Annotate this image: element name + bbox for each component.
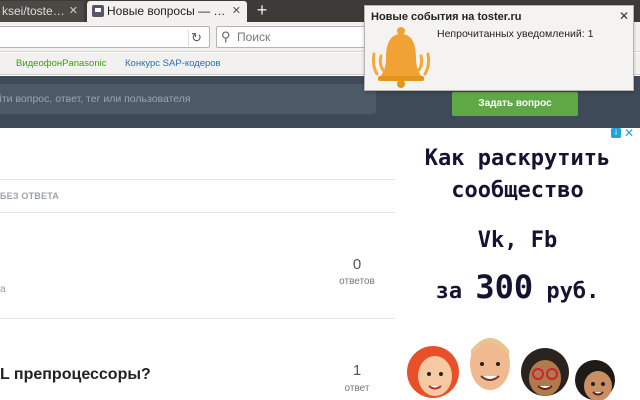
tab-toster-repo[interactable]: ksei/toste… ✕ <box>0 1 84 22</box>
ad-price: за 300 руб. <box>395 268 640 306</box>
notification-popup[interactable]: Новые события на toster.ru ✕ Непрочитанн… <box>364 5 634 91</box>
bookmark-sap-contest[interactable]: Конкурс SAP-кодеров <box>125 58 221 69</box>
ad-close-icon[interactable]: ✕ <box>624 126 634 140</box>
tab-label: ksei/toste… <box>2 4 65 18</box>
ad-controls: i ✕ <box>610 126 640 140</box>
close-tab-icon[interactable]: ✕ <box>69 1 78 21</box>
answer-count: 1 <box>352 362 362 379</box>
ask-question-button[interactable]: Задать вопрос <box>452 92 578 116</box>
site-search-placeholder: йти вопрос, ответ, тег или пользователя <box>0 93 191 105</box>
search-icon: ⚲ <box>221 29 231 44</box>
answer-count: 0 <box>352 256 362 273</box>
close-tab-icon[interactable]: ✕ <box>232 1 241 21</box>
ad-price-prefix: за <box>435 279 463 304</box>
reload-icon[interactable]: ↻ <box>188 30 204 46</box>
browser-search-field[interactable]: ⚲ <box>216 26 366 48</box>
bell-icon <box>371 27 431 88</box>
tab-new-questions[interactable]: Новые вопросы — … ✕ <box>87 1 247 22</box>
advertisement[interactable]: i ✕ Как раскрутить сообщество Vk, Fb за … <box>395 126 640 400</box>
ad-info-icon[interactable]: i <box>611 128 621 138</box>
divider <box>0 318 395 319</box>
toster-favicon-icon <box>92 5 104 17</box>
questions-list: БЕЗ ОТВЕТА а 0 ответов L препроцессоры? … <box>0 128 395 400</box>
ad-price-number: 300 <box>475 268 534 306</box>
ad-platforms: Vk, Fb <box>477 228 558 253</box>
new-tab-button[interactable]: + <box>252 0 272 22</box>
ad-price-suffix: руб. <box>546 279 600 304</box>
ad-headline: Как раскрутить <box>424 146 611 171</box>
question-meta: а <box>0 284 6 295</box>
notification-title: Новые события на toster.ru <box>371 11 522 23</box>
site-search-field[interactable]: йти вопрос, ответ, тег или пользователя <box>0 84 376 114</box>
screen: ksei/toste… ✕ Новые вопросы — … ✕ + ↻ ⚲ … <box>0 0 640 400</box>
url-field[interactable]: ↻ <box>0 26 210 48</box>
question-title[interactable]: L препроцессоры? <box>0 366 151 384</box>
filter-tab-unanswered[interactable]: БЕЗ ОТВЕТА <box>0 191 59 201</box>
ad-people-illustration <box>407 338 615 400</box>
answer-count-label: ответов <box>339 276 375 287</box>
browser-search-input[interactable] <box>237 29 357 45</box>
ad-person-face <box>418 356 452 396</box>
tab-label: Новые вопросы — … <box>107 4 226 18</box>
divider <box>0 212 395 213</box>
divider <box>0 179 395 180</box>
ad-headline-2: сообщество <box>451 178 584 203</box>
close-notification-icon[interactable]: ✕ <box>619 9 629 23</box>
bookmark-videofon[interactable]: ВидеофонPanasonic <box>16 58 106 69</box>
answer-count-label: ответ <box>344 383 370 394</box>
ad-person-face <box>584 371 612 400</box>
notification-message: Непрочитанных уведомлений: 1 <box>437 28 594 40</box>
